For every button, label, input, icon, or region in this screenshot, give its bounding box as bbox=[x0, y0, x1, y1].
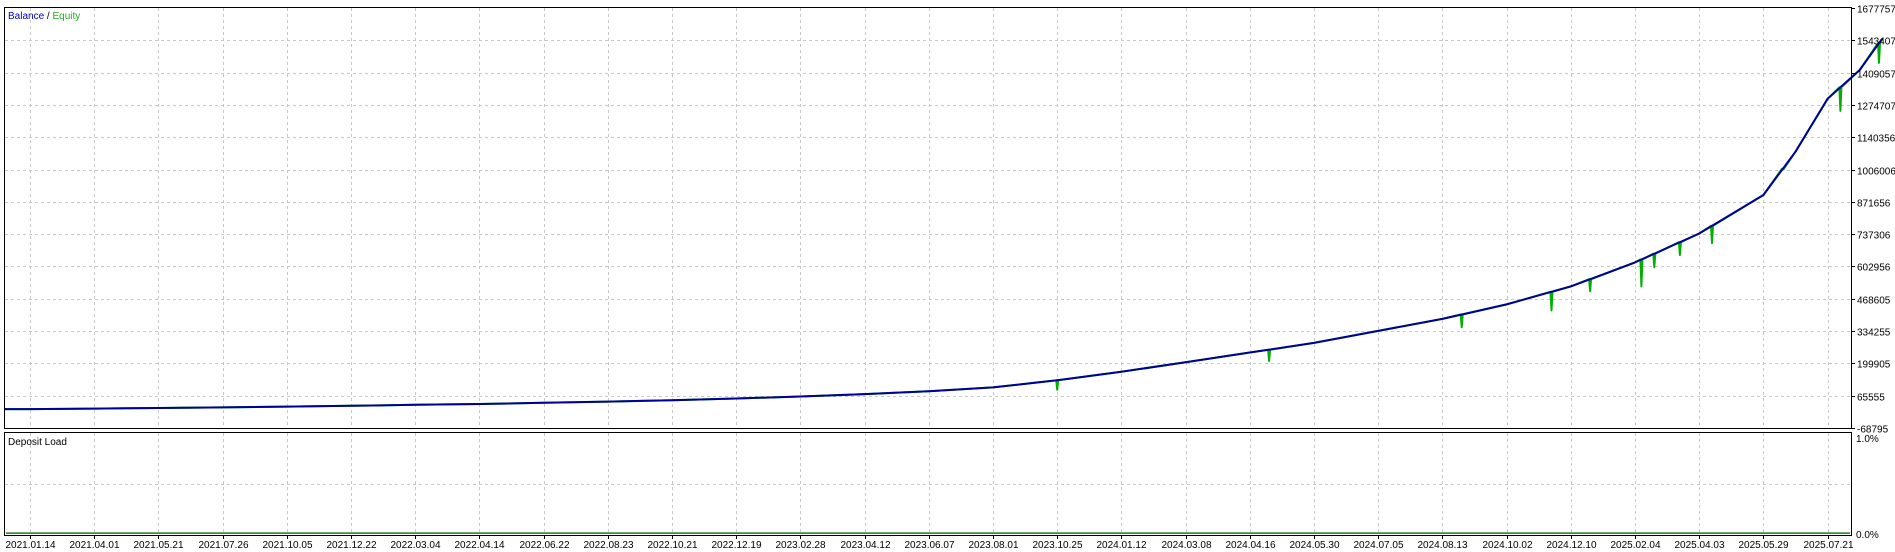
deposit-y-bottom-label: 0.0% bbox=[1856, 530, 1879, 541]
x-tick-label: 2024.08.13 bbox=[1417, 540, 1467, 551]
x-tick-label: 2025.02.04 bbox=[1610, 540, 1660, 551]
x-tick-label: 2022.10.21 bbox=[647, 540, 697, 551]
y-tick-label: 1006006 bbox=[1857, 167, 1895, 178]
x-tick-label: 2022.03.04 bbox=[390, 540, 440, 551]
y-tick-label: 1409057 bbox=[1857, 70, 1895, 81]
deposit-load-title: Deposit Load bbox=[8, 437, 67, 448]
x-tick-label: 2023.10.25 bbox=[1032, 540, 1082, 551]
x-tick-label: 2021.05.21 bbox=[133, 540, 183, 551]
legend-equity: Equity bbox=[52, 11, 80, 22]
x-tick-label: 2024.10.02 bbox=[1482, 540, 1532, 551]
y-tick-label: 65555 bbox=[1857, 393, 1885, 404]
y-tick-label: 199905 bbox=[1857, 360, 1891, 371]
x-tick-label: 2023.04.12 bbox=[840, 540, 890, 551]
y-tick-label: 1677757 bbox=[1857, 5, 1895, 16]
x-tick-label: 2024.04.16 bbox=[1225, 540, 1275, 551]
y-tick-label: 468605 bbox=[1857, 296, 1891, 307]
y-tick-label: -68795 bbox=[1857, 425, 1889, 436]
x-tick-label: 2022.08.23 bbox=[583, 540, 633, 551]
x-tick-label: 2024.03.08 bbox=[1161, 540, 1211, 551]
x-tick-label: 2025.07.21 bbox=[1803, 540, 1853, 551]
y-tick-label: 334255 bbox=[1857, 328, 1891, 339]
x-tick-label: 2021.07.26 bbox=[198, 540, 248, 551]
x-tick-label: 2024.12.10 bbox=[1546, 540, 1596, 551]
y-tick-label: 871656 bbox=[1857, 199, 1891, 210]
legend-separator: / bbox=[44, 11, 52, 22]
y-tick-label: 602956 bbox=[1857, 263, 1891, 274]
x-tick-label: 2024.07.05 bbox=[1353, 540, 1403, 551]
x-tick-label: 2021.01.14 bbox=[5, 540, 55, 551]
y-tick-label: 1543407 bbox=[1857, 37, 1895, 48]
y-tick-label: 737306 bbox=[1857, 231, 1891, 242]
equity-chart: Balance / Equity Deposit Load 1.0% 0.0% … bbox=[0, 0, 1895, 552]
x-tick-label: 2022.04.14 bbox=[454, 540, 504, 551]
x-tick-label: 2023.08.01 bbox=[968, 540, 1018, 551]
x-tick-label: 2024.01.12 bbox=[1096, 540, 1146, 551]
x-tick-label: 2021.04.01 bbox=[69, 540, 119, 551]
x-tick-label: 2022.06.22 bbox=[519, 540, 569, 551]
deposit-y-top-label: 1.0% bbox=[1856, 434, 1879, 445]
legend-balance: Balance bbox=[8, 11, 45, 22]
y-tick-label: 1274707 bbox=[1857, 102, 1895, 113]
chart-background bbox=[0, 0, 1895, 552]
y-tick-label: 1140356 bbox=[1857, 134, 1895, 145]
x-tick-label: 2022.12.19 bbox=[711, 540, 761, 551]
x-tick-label: 2024.05.30 bbox=[1289, 540, 1339, 551]
legend: Balance / Equity bbox=[8, 11, 80, 22]
x-tick-label: 2025.04.03 bbox=[1674, 540, 1724, 551]
x-tick-label: 2023.02.28 bbox=[775, 540, 825, 551]
x-tick-label: 2025.05.29 bbox=[1738, 540, 1788, 551]
x-tick-label: 2021.10.05 bbox=[262, 540, 312, 551]
x-tick-label: 2021.12.22 bbox=[326, 540, 376, 551]
x-tick-label: 2023.06.07 bbox=[904, 540, 954, 551]
